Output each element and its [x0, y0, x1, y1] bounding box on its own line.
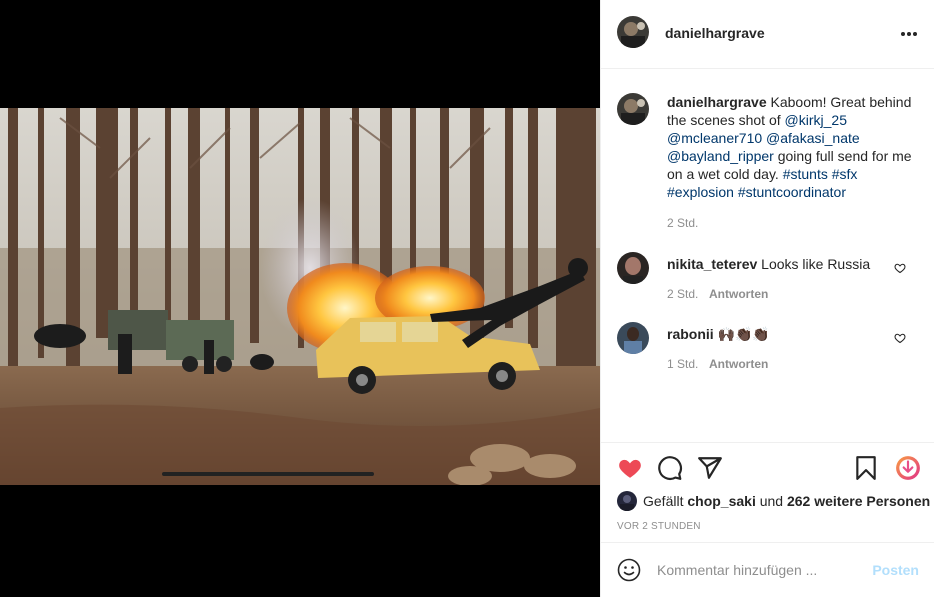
- likes-prefix: Gefällt: [643, 493, 688, 509]
- bookmark-icon[interactable]: [853, 455, 879, 481]
- comment-icon[interactable]: [657, 455, 683, 481]
- post-caption: danielhargrave Kaboom! Great behind the …: [667, 93, 919, 201]
- post-side-panel: danielhargrave danielhargrave Kaboom! Gr…: [600, 0, 934, 597]
- hashtag-link[interactable]: #sfx: [832, 166, 858, 182]
- more-icon-dot: [913, 32, 917, 36]
- more-icon-dot: [907, 32, 911, 36]
- post-date[interactable]: VOR 2 STUNDEN: [617, 521, 701, 532]
- comment-input[interactable]: [657, 560, 857, 580]
- comment: rabonii 🙌🏿👏🏿👏🏿: [667, 325, 770, 343]
- post-comment-button[interactable]: Posten: [872, 562, 919, 578]
- heart-filled-icon[interactable]: [617, 455, 643, 481]
- reply-button[interactable]: Antworten: [709, 357, 768, 371]
- more-icon: [901, 32, 905, 36]
- mention-link[interactable]: @afakasi_nate: [766, 130, 860, 146]
- explosion-scene-image: [0, 108, 600, 485]
- post-header: danielhargrave: [601, 0, 934, 69]
- liker-username[interactable]: chop_saki: [687, 493, 755, 509]
- mention-link[interactable]: @bayland_ripper: [667, 148, 774, 164]
- hashtag-link[interactable]: #stunts: [783, 166, 828, 182]
- comment-text: Looks like Russia: [761, 256, 871, 272]
- caption-timestamp[interactable]: 2 Std.: [667, 216, 698, 230]
- comment-timestamp[interactable]: 1 Std.: [667, 357, 698, 371]
- post-photo[interactable]: [0, 108, 600, 485]
- comment-text: 🙌🏿👏🏿👏🏿: [717, 326, 770, 342]
- author-username[interactable]: danielhargrave: [665, 25, 765, 41]
- media-progress-bar: [162, 472, 374, 476]
- hashtag-link[interactable]: #stuntcoordinator: [738, 184, 846, 200]
- caption-avatar[interactable]: [617, 93, 649, 125]
- caption-username[interactable]: danielhargrave: [667, 94, 767, 110]
- author-avatar[interactable]: [617, 16, 649, 48]
- mention-link[interactable]: @kirkj_25: [785, 112, 847, 128]
- comment-username[interactable]: nikita_teterev: [667, 256, 757, 272]
- liker-avatar[interactable]: [617, 491, 637, 511]
- reply-button[interactable]: Antworten: [709, 287, 768, 301]
- likes-middle: und: [755, 493, 787, 509]
- likes-count[interactable]: 262 weitere Personen: [787, 493, 930, 509]
- share-icon[interactable]: [697, 455, 723, 481]
- more-options-button[interactable]: [899, 24, 919, 44]
- comment: nikita_teterev Looks like Russia: [667, 255, 870, 273]
- download-icon[interactable]: [895, 455, 921, 481]
- add-comment-bar: Posten: [601, 542, 934, 597]
- commenter-avatar[interactable]: [617, 322, 649, 354]
- comment-timestamp[interactable]: 2 Std.: [667, 287, 698, 301]
- hashtag-link[interactable]: #explosion: [667, 184, 734, 200]
- heart-outline-icon[interactable]: [894, 332, 906, 344]
- post-actions: Gefällt chop_saki und 262 weitere Person…: [601, 442, 934, 542]
- media-viewer: [0, 0, 600, 597]
- mention-link[interactable]: @mcleaner710: [667, 130, 762, 146]
- commenter-avatar[interactable]: [617, 252, 649, 284]
- likes-summary: Gefällt chop_saki und 262 weitere Person…: [617, 491, 930, 511]
- emoji-icon[interactable]: [617, 558, 641, 582]
- heart-outline-icon[interactable]: [894, 262, 906, 274]
- comment-username[interactable]: rabonii: [667, 326, 714, 342]
